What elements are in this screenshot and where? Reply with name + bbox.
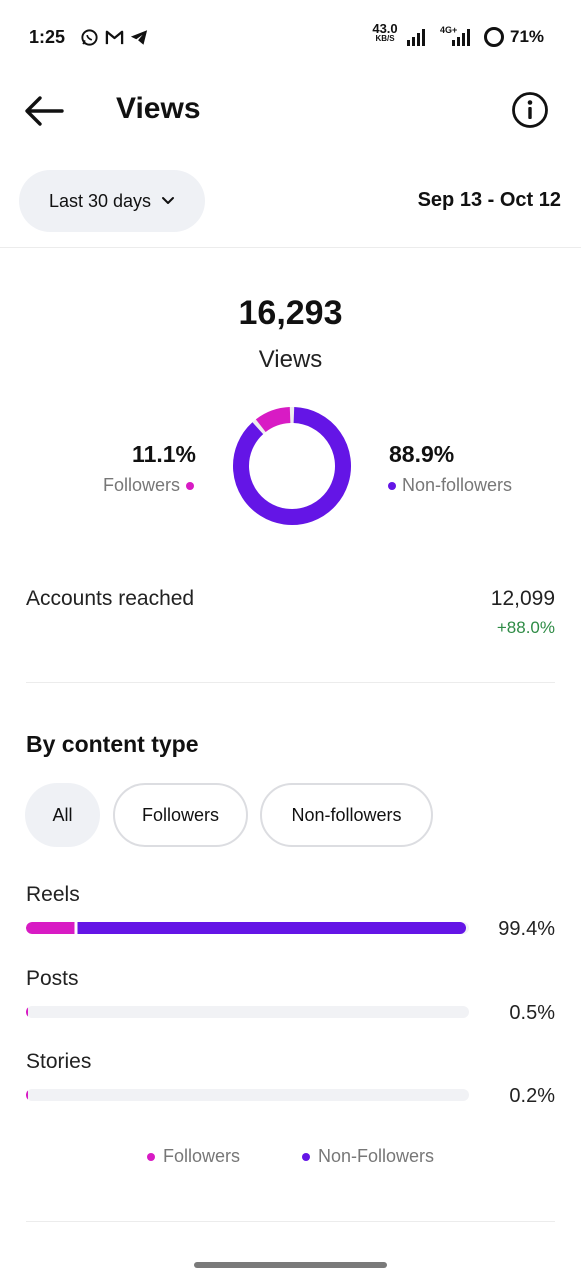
bar-label-posts: Posts bbox=[26, 967, 79, 990]
bar-fill-reels bbox=[26, 922, 467, 934]
nonfollowers-dot-icon bbox=[301, 1152, 310, 1161]
bar-percent-reels: 99.4% bbox=[498, 918, 555, 940]
gmail-icon bbox=[105, 30, 124, 45]
followers-dot-icon bbox=[186, 481, 194, 490]
signal-strength-icon bbox=[407, 29, 425, 46]
bar-percent-posts: 0.5% bbox=[509, 1002, 555, 1024]
page-title: Views bbox=[116, 92, 201, 125]
accounts-reached-change: +88.0% bbox=[496, 618, 555, 637]
legend-label-followers: Followers bbox=[162, 1146, 240, 1166]
divider bbox=[26, 1221, 555, 1222]
period-dropdown-button[interactable]: Last 30 days bbox=[19, 170, 205, 232]
donut-segment-followers bbox=[255, 407, 291, 433]
followers-percent: 11.1% bbox=[132, 441, 196, 467]
bar-fill-posts bbox=[26, 1006, 29, 1018]
divider bbox=[0, 247, 581, 248]
battery-level: 71% bbox=[510, 27, 545, 46]
filter-chip-all[interactable]: All bbox=[25, 783, 100, 847]
whatsapp-icon bbox=[81, 29, 98, 46]
network-speed: 43.0 KB/S bbox=[372, 21, 398, 43]
accounts-reached-value: 12,099 bbox=[490, 587, 555, 610]
total-views-label: Views bbox=[258, 346, 323, 373]
nonfollowers-dot-icon bbox=[388, 481, 396, 490]
status-time: 1:25 bbox=[29, 27, 66, 47]
bar-track-posts bbox=[26, 1006, 469, 1018]
content-type-legend: Followers Non-Followers bbox=[0, 1146, 581, 1167]
followers-legend-label: Followers bbox=[102, 475, 180, 495]
chevron-down-icon bbox=[162, 197, 175, 204]
divider bbox=[26, 682, 555, 683]
date-range: Sep 13 - Oct 12 bbox=[417, 189, 561, 211]
nonfollowers-legend-label: Non-followers bbox=[402, 475, 513, 495]
filter-chip-followers[interactable]: Followers bbox=[113, 783, 248, 847]
section-title: By content type bbox=[26, 731, 199, 757]
views-donut-chart bbox=[233, 407, 351, 525]
status-notification-icons bbox=[80, 28, 148, 47]
arrow-left-icon[interactable] bbox=[22, 89, 66, 133]
home-indicator[interactable] bbox=[194, 1262, 387, 1268]
bar-label-stories: Stories bbox=[26, 1050, 92, 1073]
legend-item-nonfollowers: Non-Followers bbox=[301, 1146, 435, 1167]
bar-label-reels: Reels bbox=[26, 883, 80, 906]
total-views-value: 16,293 bbox=[238, 294, 343, 332]
accounts-reached-label: Accounts reached bbox=[26, 587, 195, 610]
legend-item-followers: Followers bbox=[146, 1146, 240, 1167]
signal-strength-icon-2 bbox=[452, 29, 470, 46]
battery-icon bbox=[484, 27, 504, 47]
nonfollowers-percent: 88.9% bbox=[389, 441, 455, 467]
followers-legend: Followers bbox=[60, 475, 194, 496]
donut-segment-nonfollowers bbox=[233, 407, 351, 525]
bar-track-reels bbox=[26, 922, 469, 934]
bar-track-stories bbox=[26, 1089, 469, 1101]
telegram-icon bbox=[130, 30, 148, 45]
followers-dot-icon bbox=[146, 1152, 155, 1161]
bar-percent-stories: 0.2% bbox=[509, 1085, 555, 1107]
period-label: Last 30 days bbox=[48, 190, 152, 211]
info-circle-icon[interactable] bbox=[510, 90, 550, 130]
bar-fill-stories bbox=[26, 1089, 28, 1101]
legend-label-nonfollowers: Non-Followers bbox=[317, 1146, 435, 1166]
status-bar: 1:25 43.0 KB/S 4G+ 71% bbox=[0, 0, 581, 76]
nonfollowers-legend: Non-followers bbox=[388, 475, 512, 496]
filter-chip-nonfollowers[interactable]: Non-followers bbox=[260, 783, 433, 847]
